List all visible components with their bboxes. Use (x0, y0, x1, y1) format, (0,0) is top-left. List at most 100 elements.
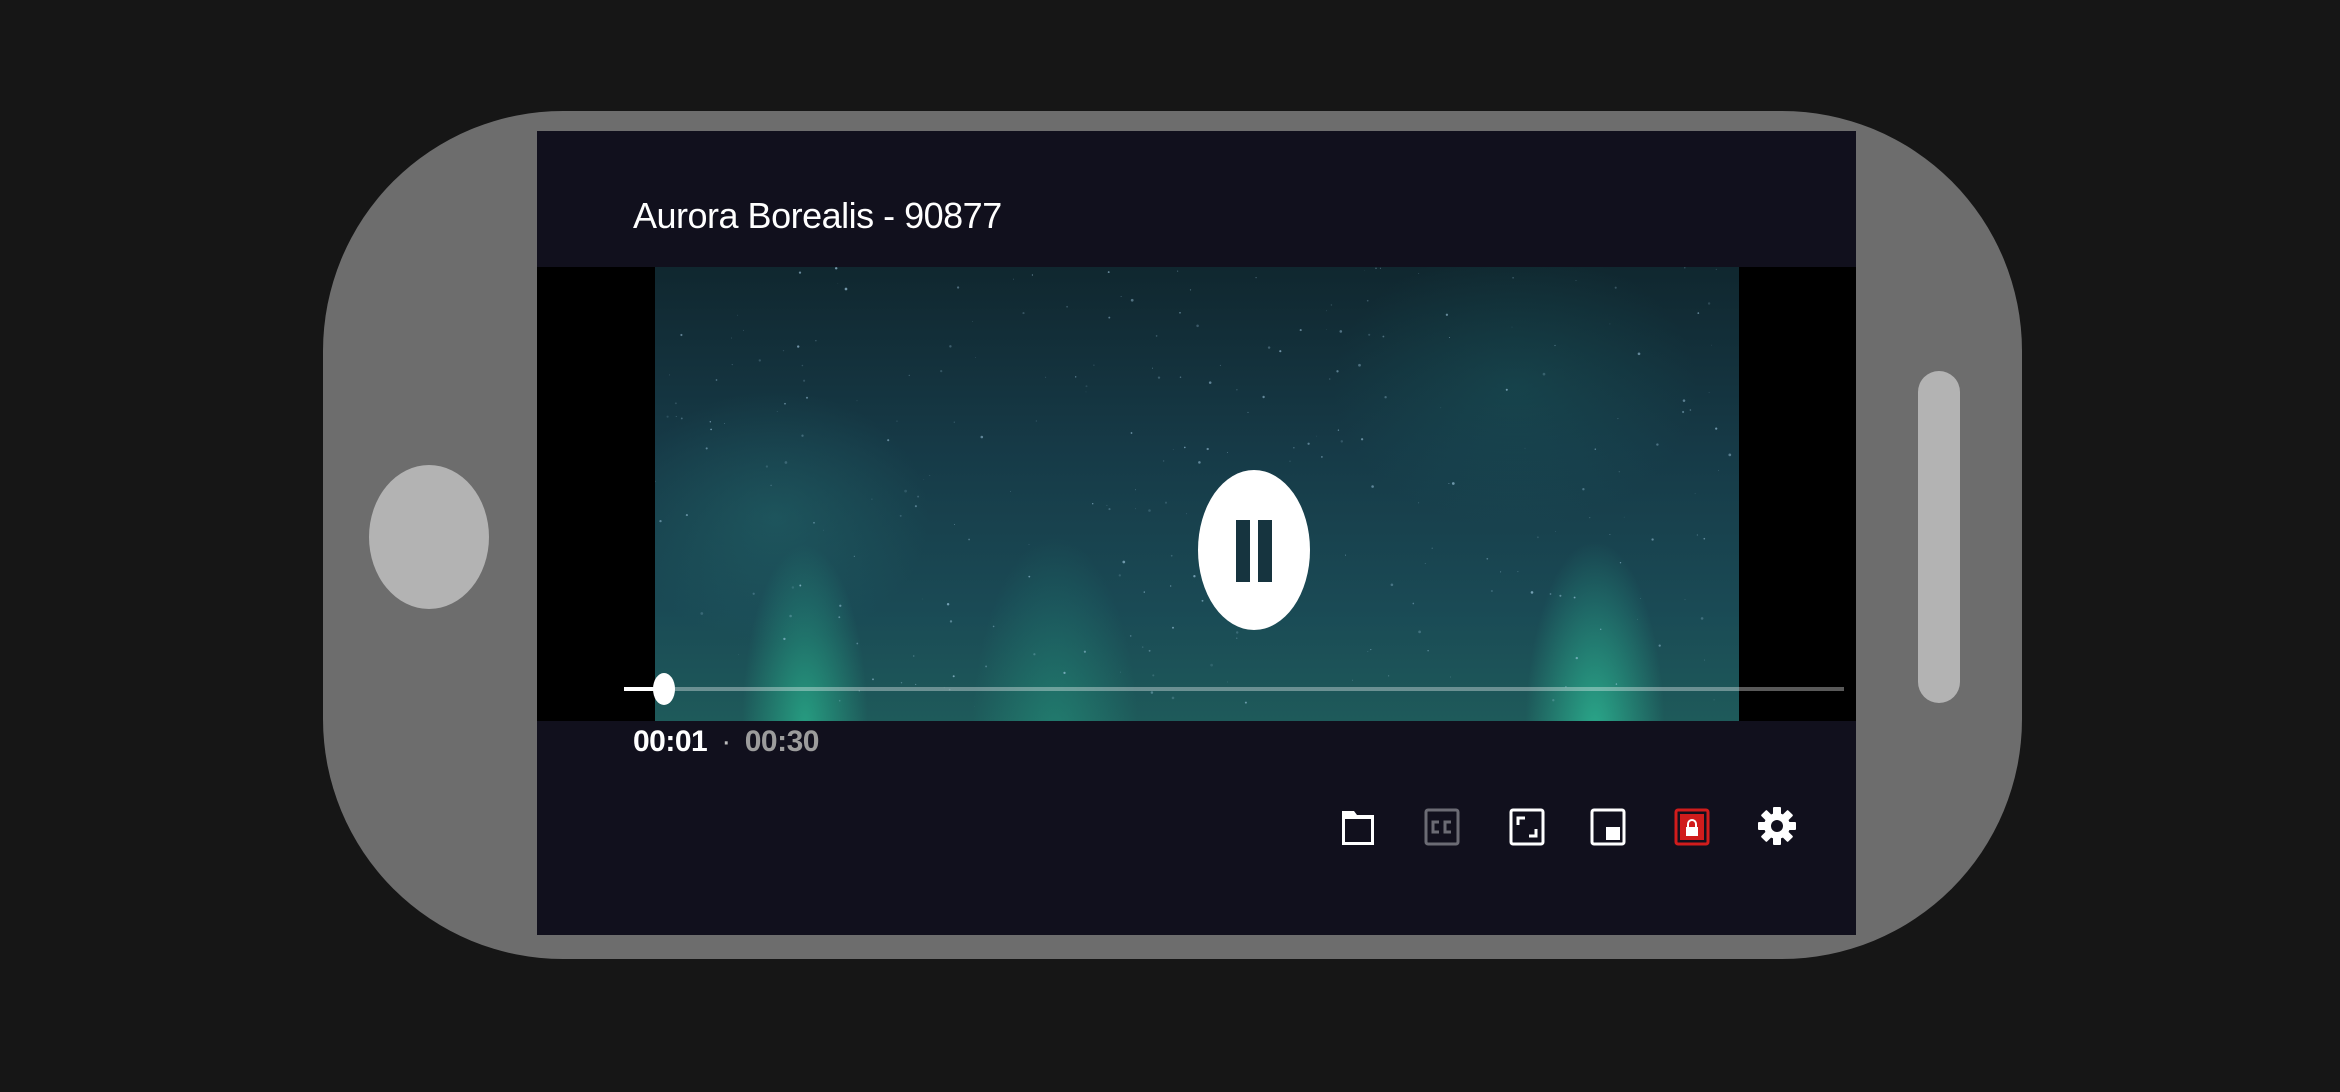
star (1162, 460, 1165, 462)
video-title: Aurora Borealis - 90877 (633, 195, 1002, 236)
star (1549, 593, 1552, 595)
star (659, 519, 662, 523)
star (1227, 681, 1228, 683)
star (705, 447, 708, 450)
star (1170, 585, 1172, 587)
star (952, 675, 955, 678)
star (1316, 435, 1317, 437)
star (1293, 447, 1295, 449)
star (669, 374, 671, 376)
star (1143, 591, 1145, 593)
star (1517, 571, 1519, 573)
star (949, 620, 953, 623)
star (1703, 659, 1706, 661)
star (1542, 372, 1546, 376)
star (1022, 312, 1025, 315)
star (1170, 554, 1173, 557)
star (655, 480, 656, 483)
star (758, 359, 761, 362)
star (1358, 363, 1361, 367)
star (1198, 461, 1201, 464)
star (1599, 628, 1602, 631)
star (1120, 671, 1122, 673)
star (1390, 583, 1394, 587)
star (1500, 571, 1502, 573)
star (1370, 649, 1372, 651)
star (1490, 589, 1493, 593)
star (700, 612, 704, 615)
star (1210, 663, 1213, 667)
current-time: 00:01 (633, 725, 708, 758)
side-button[interactable] (1918, 371, 1960, 703)
star (954, 524, 956, 526)
star (805, 396, 809, 399)
star (1637, 618, 1638, 620)
star (1451, 482, 1455, 485)
star (1615, 683, 1618, 685)
star (1367, 651, 1369, 653)
star (1573, 596, 1576, 599)
star (823, 529, 824, 531)
star (1617, 418, 1619, 420)
star (1618, 471, 1620, 473)
star (1106, 504, 1108, 506)
star (949, 345, 952, 348)
star (1063, 671, 1066, 675)
star (1640, 597, 1642, 599)
home-button[interactable] (369, 465, 489, 609)
star (715, 379, 718, 381)
star (1336, 370, 1339, 373)
star (1371, 485, 1374, 488)
star (813, 521, 815, 524)
star (1120, 296, 1122, 298)
star (1715, 427, 1718, 430)
star (1151, 367, 1154, 369)
star (801, 364, 804, 367)
star (1130, 432, 1133, 434)
star (985, 665, 988, 668)
star (1684, 599, 1686, 601)
star (980, 435, 984, 439)
star (1193, 575, 1196, 578)
star (1418, 502, 1420, 504)
star (710, 428, 712, 431)
lock-button[interactable] (1671, 801, 1713, 851)
star (1575, 656, 1578, 660)
star (1150, 691, 1154, 694)
seek-bar[interactable] (624, 673, 1844, 705)
settings-button[interactable] (1756, 801, 1798, 851)
gear-icon (1758, 807, 1796, 845)
pause-button[interactable] (1198, 470, 1310, 630)
star (1307, 442, 1310, 445)
star (1575, 280, 1577, 282)
star (839, 604, 842, 607)
star (1382, 335, 1385, 338)
star (797, 345, 800, 348)
picture-in-picture-button[interactable] (1587, 801, 1629, 851)
star (899, 514, 902, 517)
seek-bar-thumb[interactable] (653, 673, 675, 705)
star (1208, 381, 1212, 384)
star (1708, 392, 1710, 394)
star (838, 616, 841, 619)
star (798, 271, 802, 274)
fullscreen-button[interactable] (1506, 801, 1548, 851)
star (908, 374, 911, 377)
star (1656, 443, 1659, 446)
star (1379, 267, 1381, 269)
star (1183, 446, 1186, 449)
star (856, 642, 859, 645)
star (1189, 289, 1192, 291)
video-area[interactable] (537, 267, 1856, 721)
star (837, 283, 839, 284)
video-frame[interactable] (655, 267, 1739, 721)
star (844, 287, 848, 291)
star (1619, 562, 1622, 564)
star (1035, 420, 1037, 422)
closed-captions-button[interactable] (1421, 801, 1463, 851)
starfield (655, 267, 1732, 707)
star (1326, 310, 1327, 312)
star (1085, 385, 1088, 388)
star (1092, 503, 1094, 505)
folder-button[interactable] (1337, 801, 1379, 851)
